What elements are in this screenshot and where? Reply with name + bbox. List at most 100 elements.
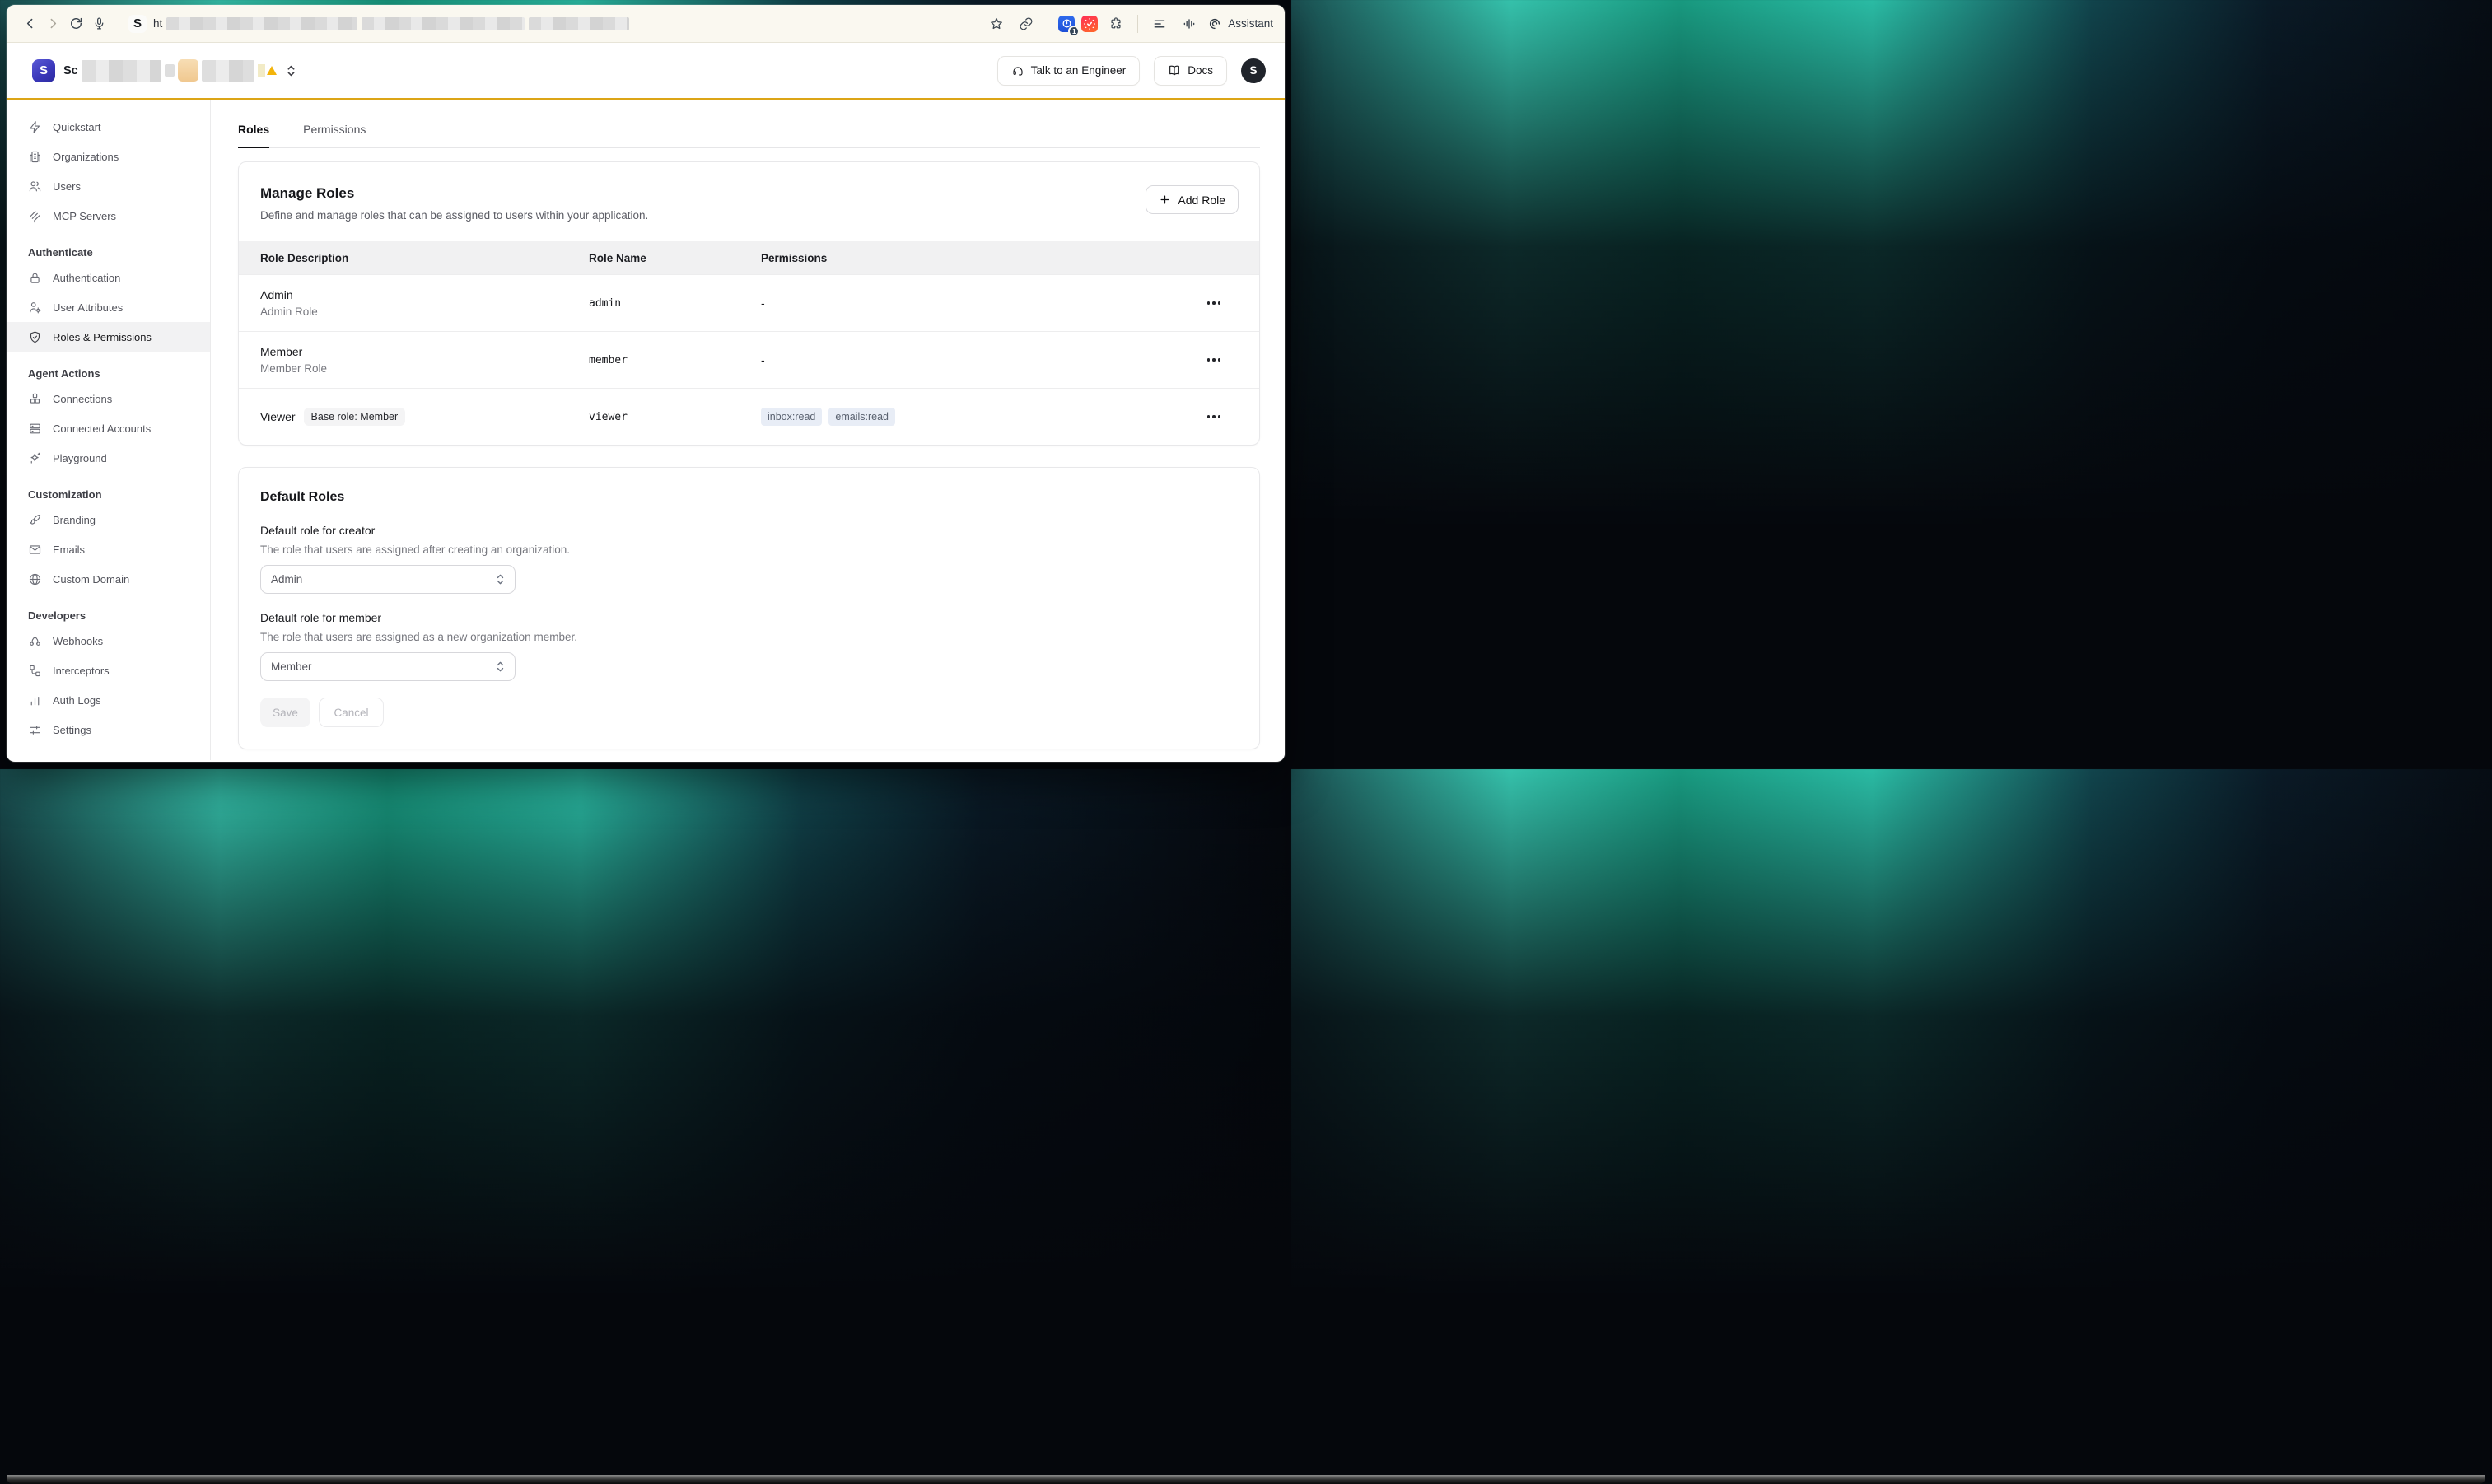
url-text: ht: [153, 17, 162, 30]
column-permissions: Permissions: [761, 252, 1169, 264]
tab-permissions[interactable]: Permissions: [303, 123, 366, 148]
microphone-button[interactable]: [87, 12, 110, 35]
sidebar-item-organizations[interactable]: Organizations: [7, 142, 210, 171]
docs-button[interactable]: Docs: [1154, 56, 1227, 86]
row-actions-button[interactable]: [1202, 353, 1226, 366]
sliders-icon: [28, 723, 42, 737]
interceptor-icon: [28, 664, 42, 678]
table-row-member: Member Member Role member -: [239, 331, 1259, 388]
sidebar-item-user-attributes[interactable]: User Attributes: [7, 292, 210, 322]
user-avatar[interactable]: S: [1241, 58, 1266, 83]
sidebar-item-connections[interactable]: Connections: [7, 384, 210, 413]
org-switcher-chevrons-icon: [286, 63, 296, 78]
browser-window: S ht 1: [7, 5, 1285, 762]
shield-check-icon: [28, 330, 42, 344]
permissions-list: inbox:read emails:read: [761, 408, 1169, 426]
url-bar[interactable]: ht: [153, 17, 629, 30]
sidebar-item-auth-logs[interactable]: Auth Logs: [7, 685, 210, 715]
row-actions-button[interactable]: [1202, 296, 1226, 310]
default-roles-title: Default Roles: [260, 490, 1238, 505]
sidebar-item-authentication[interactable]: Authentication: [7, 263, 210, 292]
toolbar-divider: [1137, 15, 1138, 33]
site-favicon: S: [128, 15, 147, 33]
book-icon: [1168, 64, 1181, 77]
sidebar-item-branding[interactable]: Branding: [7, 505, 210, 534]
assistant-ear-icon: [1207, 16, 1222, 31]
sidebar-item-connected-accounts[interactable]: Connected Accounts: [7, 413, 210, 443]
star-icon: [989, 16, 1004, 31]
sidebar-item-quickstart[interactable]: Quickstart: [7, 112, 210, 142]
users-icon: [28, 180, 42, 194]
permission-badge: inbox:read: [761, 408, 822, 426]
microphone-icon: [92, 16, 106, 30]
member-role-value: Member: [271, 660, 312, 673]
webhook-icon: [28, 634, 42, 648]
talk-to-engineer-button[interactable]: Talk to an Engineer: [997, 56, 1141, 86]
cancel-button[interactable]: Cancel: [319, 698, 384, 727]
redacted-org-name: [202, 60, 254, 82]
redacted-warning-area: [258, 64, 265, 77]
mail-icon: [28, 543, 42, 557]
tab-roles[interactable]: Roles: [238, 123, 269, 148]
lock-icon: [28, 271, 42, 285]
role-name-code: member: [589, 354, 761, 366]
creator-role-select[interactable]: Admin: [260, 565, 516, 594]
redacted-url: [166, 17, 357, 30]
main-content: Roles Permissions Manage Roles Define an…: [211, 100, 1285, 760]
sidebar-item-emails[interactable]: Emails: [7, 534, 210, 564]
forward-button[interactable]: [41, 12, 64, 35]
sidebar-item-settings[interactable]: Settings: [7, 715, 210, 744]
window-floor-shadow: [7, 1475, 2485, 1484]
headphones-icon: [1011, 64, 1024, 77]
member-role-label: Default role for member: [260, 611, 1238, 624]
sidebar-item-mcp-servers[interactable]: MCP Servers: [7, 201, 210, 231]
red-extension-button[interactable]: [1081, 16, 1098, 32]
manage-roles-subtitle: Define and manage roles that can be assi…: [260, 209, 648, 222]
sidebar-item-custom-domain[interactable]: Custom Domain: [7, 564, 210, 594]
building-icon: [28, 150, 42, 164]
sidebar-item-playground[interactable]: Playground: [7, 443, 210, 473]
save-button[interactable]: Save: [260, 698, 310, 727]
tab-bar: Roles Permissions: [238, 123, 1260, 148]
table-row-admin: Admin Admin Role admin -: [239, 274, 1259, 331]
permissions-empty: -: [761, 353, 1169, 366]
redacted-org-name: [165, 64, 175, 77]
puzzle-icon: [1108, 16, 1123, 31]
column-role-name: Role Name: [589, 252, 761, 264]
forward-icon: [46, 16, 60, 30]
row-actions-button[interactable]: [1202, 410, 1226, 423]
sidebar-item-webhooks[interactable]: Webhooks: [7, 626, 210, 656]
role-display-name: Member: [260, 345, 589, 358]
globe-icon: [28, 572, 42, 586]
browser-toolbar: S ht 1: [7, 5, 1285, 43]
reader-mode-button[interactable]: [1148, 12, 1171, 35]
password-extension-button[interactable]: 1: [1058, 16, 1075, 32]
back-button[interactable]: [18, 12, 41, 35]
app-header: S Sc Talk to an Engineer Docs S: [7, 43, 1285, 100]
sidebar-item-users[interactable]: Users: [7, 171, 210, 201]
base-role-badge: Base role: Member: [304, 408, 406, 426]
role-description: Member Role: [260, 362, 589, 375]
waveform-icon: [1182, 16, 1197, 31]
assistant-button[interactable]: Assistant: [1207, 16, 1273, 31]
user-gear-icon: [28, 301, 42, 315]
copy-link-button[interactable]: [1015, 12, 1038, 35]
bookmark-button[interactable]: [985, 12, 1008, 35]
permission-badge: emails:read: [828, 408, 895, 426]
org-switcher[interactable]: Sc: [63, 59, 296, 82]
reload-button[interactable]: [64, 12, 87, 35]
toolbar-right: 1 Assistant: [985, 12, 1273, 35]
sidebar-item-interceptors[interactable]: Interceptors: [7, 656, 210, 685]
zap-icon: [28, 120, 42, 134]
back-icon: [23, 16, 37, 30]
role-description: Admin Role: [260, 306, 589, 318]
sidebar-item-roles-permissions[interactable]: Roles & Permissions: [7, 322, 210, 352]
mcp-icon: [28, 209, 42, 223]
role-name-code: admin: [589, 297, 761, 310]
read-aloud-button[interactable]: [1178, 12, 1201, 35]
reload-icon: [69, 16, 83, 30]
member-role-select[interactable]: Member: [260, 652, 516, 681]
extensions-button[interactable]: [1104, 12, 1127, 35]
add-role-button[interactable]: Add Role: [1146, 185, 1239, 214]
warning-icon: [267, 66, 277, 75]
